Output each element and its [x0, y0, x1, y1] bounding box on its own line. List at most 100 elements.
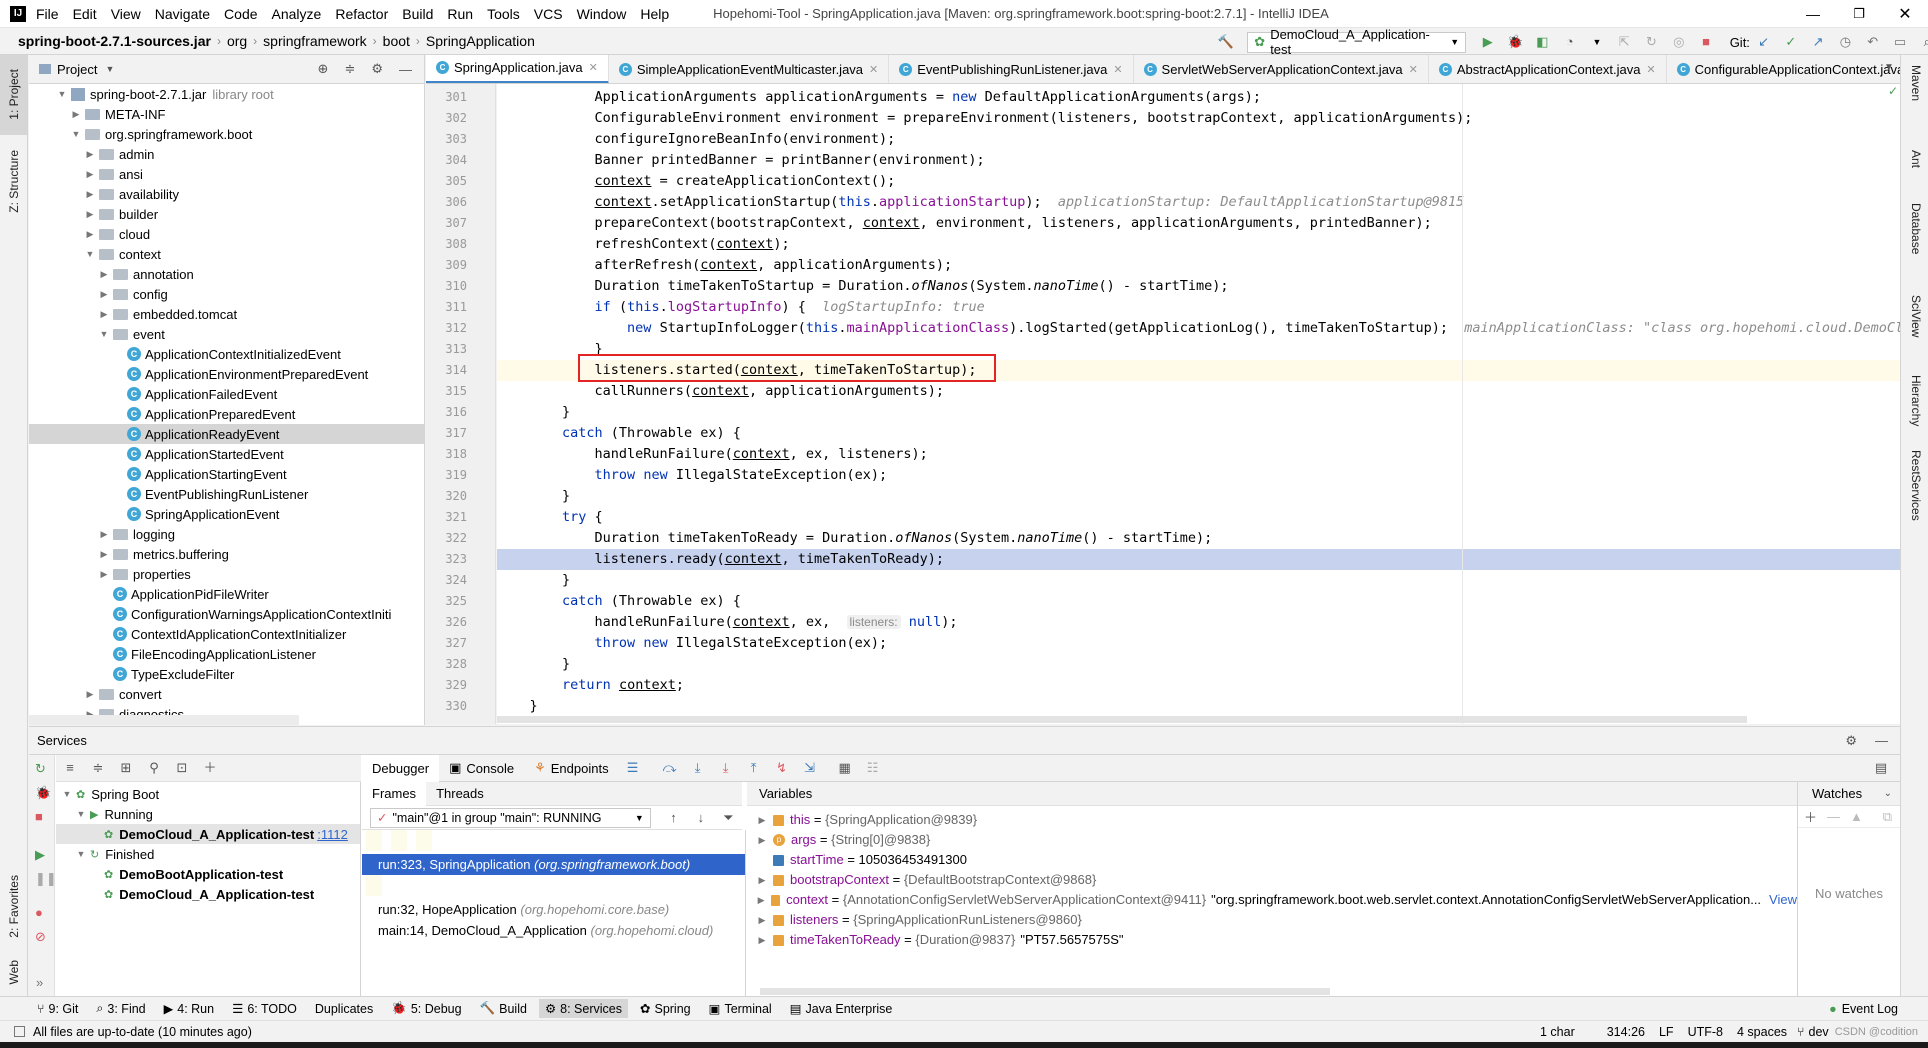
breakpoint-icon[interactable]: ●: [35, 905, 43, 920]
arrow-down-icon[interactable]: ↓: [692, 809, 709, 827]
variable-row[interactable]: ▶ this = {SpringApplication@9839}: [747, 810, 1797, 830]
minimize-button[interactable]: —: [1790, 6, 1836, 22]
tab-console[interactable]: ▣ Console: [439, 755, 524, 782]
tree-item[interactable]: C ApplicationStartedEvent: [29, 444, 424, 464]
evaluate-icon[interactable]: ▦: [836, 759, 854, 777]
resume-icon[interactable]: ▶: [35, 847, 45, 863]
services-tree[interactable]: ▼ ✿ Spring Boot ▼ ▶ Running ✿ DemoCloud_A_Appli…: [56, 782, 361, 996]
tree-item[interactable]: ▶ convert: [29, 684, 424, 704]
close-icon[interactable]: ✕: [1646, 63, 1655, 76]
toolwindow-button[interactable]: ⑂ 9: Git: [37, 1002, 78, 1016]
tree-item[interactable]: ▼ context: [29, 244, 424, 264]
toolwindow-button[interactable]: 🐞 5: Debug: [391, 1001, 461, 1016]
chevron-right-icon[interactable]: ▶: [71, 109, 81, 120]
tree-item[interactable]: C ApplicationContextInitializedEvent: [29, 344, 424, 364]
service-item[interactable]: ✿ DemoCloud_A_Application-test: [56, 884, 360, 904]
toolwindow-button[interactable]: ✿ Spring: [640, 1001, 691, 1017]
tree-item[interactable]: C ApplicationReadyEvent: [29, 424, 424, 444]
stack-frame[interactable]: run:323, SpringApplication (org.springfr…: [362, 854, 745, 875]
hierarchy-tool-tab[interactable]: Hierarchy: [1909, 375, 1923, 426]
variable-row[interactable]: ▶ context = {AnnotationConfigServletWebSe…: [747, 890, 1797, 910]
project-panel-title[interactable]: Project: [57, 62, 97, 77]
add-watch-icon[interactable]: ＋: [1804, 807, 1817, 826]
drop-frame-icon[interactable]: ↯: [773, 759, 791, 777]
variable-row[interactable]: ▶ bootstrapContext = {DefaultBootstrapCon…: [747, 870, 1797, 890]
chevron-right-icon[interactable]: ▶: [99, 309, 109, 320]
close-button[interactable]: ✕: [1882, 4, 1928, 24]
maven-tool-tab[interactable]: Maven: [1909, 65, 1923, 101]
code-editor[interactable]: ApplicationArguments applicationArgument…: [497, 84, 1900, 724]
close-icon[interactable]: ✕: [589, 61, 598, 74]
chevron-right-icon[interactable]: ▶: [85, 169, 95, 180]
hide-icon[interactable]: —: [1875, 733, 1888, 748]
tab-debugger[interactable]: Debugger: [362, 754, 440, 782]
close-icon[interactable]: ✕: [1409, 63, 1418, 76]
service-item[interactable]: ▼ ▶ Running: [56, 804, 360, 824]
tree-item[interactable]: C EventPublishingRunListener: [29, 484, 424, 504]
chevron-down-icon[interactable]: ⌄: [1884, 788, 1892, 799]
history-icon[interactable]: ◷: [1837, 33, 1854, 51]
sciview-tool-tab[interactable]: SciView: [1909, 295, 1923, 337]
line-separator[interactable]: LF: [1659, 1025, 1674, 1039]
chevron-down-icon[interactable]: ▼: [57, 89, 67, 99]
ant-tool-tab[interactable]: Ant: [1909, 150, 1923, 168]
tree-item[interactable]: C ApplicationFailedEvent: [29, 384, 424, 404]
menu-file[interactable]: File: [36, 6, 59, 22]
chevron-right-icon[interactable]: ▶: [85, 209, 95, 220]
tree-item[interactable]: ▶ logging: [29, 524, 424, 544]
stop-icon[interactable]: ■: [1697, 33, 1714, 51]
stack-frame[interactable]: ready:82, SpringApplicationRunListeners …: [416, 830, 432, 851]
stack-frame[interactable]: doWithListeners:120, SpringApplicationRu…: [366, 830, 382, 851]
editor-tab[interactable]: CConfigurableApplicationContext.java✕: [1667, 55, 1900, 83]
chevron-down-icon[interactable]: ▼: [1588, 33, 1605, 51]
group-icon[interactable]: ⊞: [117, 759, 135, 777]
editor-tab[interactable]: C SimpleApplicationEventMulticaster.java ✕: [609, 55, 890, 83]
run-icon[interactable]: ▶: [1479, 33, 1496, 51]
more-icon[interactable]: »: [36, 975, 43, 990]
tabs-overflow-icon[interactable]: ▼: [1884, 62, 1894, 73]
move-up-icon[interactable]: ▲: [1850, 809, 1863, 824]
restore-button[interactable]: ❐: [1836, 6, 1882, 22]
gear-icon[interactable]: ⚙: [371, 61, 383, 77]
chevron-right-icon[interactable]: ▶: [85, 149, 95, 160]
stop-icon[interactable]: ■: [35, 809, 43, 824]
menu-view[interactable]: View: [111, 6, 141, 22]
menu-navigate[interactable]: Navigate: [155, 6, 210, 22]
step-into-icon[interactable]: ⤓: [689, 759, 707, 777]
tab-threads[interactable]: Threads: [426, 782, 494, 806]
stack-frame[interactable]: main:14, DemoCloud_A_Application (org.ho…: [362, 920, 745, 941]
tree-item[interactable]: C TypeExcludeFilter: [29, 664, 424, 684]
chevron-right-icon[interactable]: ▶: [757, 930, 767, 950]
run-config-selector[interactable]: ✿ DemoCloud_A_Application-test ▼: [1247, 27, 1467, 57]
tree-item[interactable]: C ApplicationPidFileWriter: [29, 584, 424, 604]
chevron-right-icon[interactable]: ▶: [85, 229, 95, 240]
hide-icon[interactable]: —: [399, 62, 412, 77]
menu-run[interactable]: Run: [447, 6, 473, 22]
service-item[interactable]: ✿ DemoBootApplication-test: [56, 864, 360, 884]
debug-icon[interactable]: 🐞: [1506, 33, 1523, 51]
toolwindow-button[interactable]: ▤ Java Enterprise: [790, 1001, 893, 1017]
step-out-icon[interactable]: ⤒: [745, 759, 763, 777]
tree-item[interactable]: ▶ ansi: [29, 164, 424, 184]
chevron-right-icon[interactable]: ▶: [99, 289, 109, 300]
menu-code[interactable]: Code: [224, 6, 257, 22]
chevron-down-icon[interactable]: ▼: [62, 789, 72, 799]
git-commit-icon[interactable]: ✓: [1782, 33, 1799, 51]
menu-edit[interactable]: Edit: [73, 6, 97, 22]
menu-refactor[interactable]: Refactor: [335, 6, 388, 22]
chevron-right-icon[interactable]: ▶: [757, 910, 767, 930]
collapse-all-icon[interactable]: ≑: [344, 61, 355, 77]
frames-list[interactable]: doWithListeners:120, SpringApplicationRu…: [362, 830, 746, 996]
restore-layout-icon[interactable]: ▤: [1872, 759, 1890, 777]
trace-icon[interactable]: ☷: [864, 759, 882, 777]
tree-item[interactable]: ▼ org.springframework.boot: [29, 124, 424, 144]
stack-frame[interactable]: run:32, HopeApplication (org.hopehomi.co…: [362, 899, 745, 920]
editor-tab[interactable]: C SpringApplication.java ✕: [426, 55, 609, 83]
search-icon[interactable]: ⌕: [1919, 33, 1928, 51]
variable-row[interactable]: startTime = 105036453491300: [747, 850, 1797, 870]
git-update-icon[interactable]: ↙: [1755, 33, 1772, 51]
chevron-right-icon[interactable]: ▶: [85, 189, 95, 200]
expand-all-icon[interactable]: ≡: [61, 759, 79, 777]
tree-item[interactable]: ▶ availability: [29, 184, 424, 204]
editor-tab[interactable]: C ServletWebServerApplicationContext.java…: [1134, 55, 1429, 83]
